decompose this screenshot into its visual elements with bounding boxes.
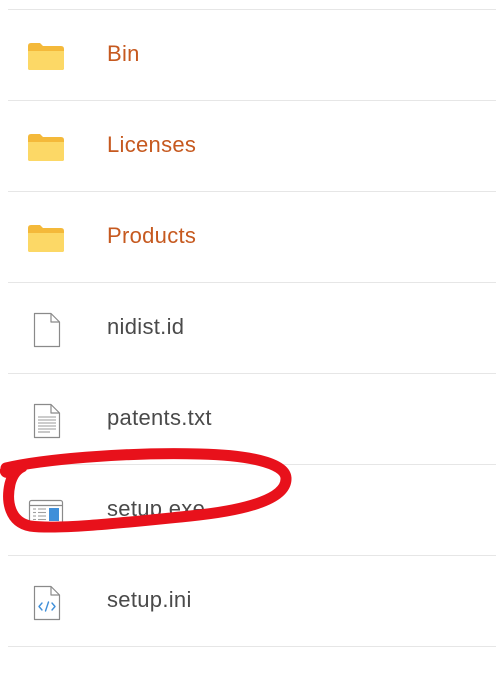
file-row-setup-exe[interactable]: setup.exe <box>0 465 496 556</box>
file-name: patents.txt <box>107 405 212 430</box>
file-name: Licenses <box>107 132 197 157</box>
folder-icon <box>26 128 66 168</box>
file-row-patents[interactable]: patents.txt <box>0 374 496 465</box>
application-icon <box>26 492 66 532</box>
folder-icon <box>26 37 66 77</box>
code-document-icon <box>26 583 66 623</box>
file-row-bin[interactable]: Bin <box>0 10 496 101</box>
file-row-setup-ini[interactable]: setup.ini <box>0 556 496 647</box>
file-name: Bin <box>107 41 140 66</box>
file-name: setup.exe <box>107 496 206 521</box>
divider <box>8 646 496 647</box>
file-row-nidist[interactable]: nidist.id <box>0 283 496 374</box>
file-name: nidist.id <box>107 314 185 339</box>
file-row-licenses[interactable]: Licenses <box>0 101 496 192</box>
file-row-products[interactable]: Products <box>0 192 496 283</box>
text-document-icon <box>26 401 66 441</box>
blank-document-icon <box>26 310 66 350</box>
file-name: Products <box>107 223 197 248</box>
folder-icon <box>26 219 66 259</box>
file-name: setup.ini <box>107 587 192 612</box>
